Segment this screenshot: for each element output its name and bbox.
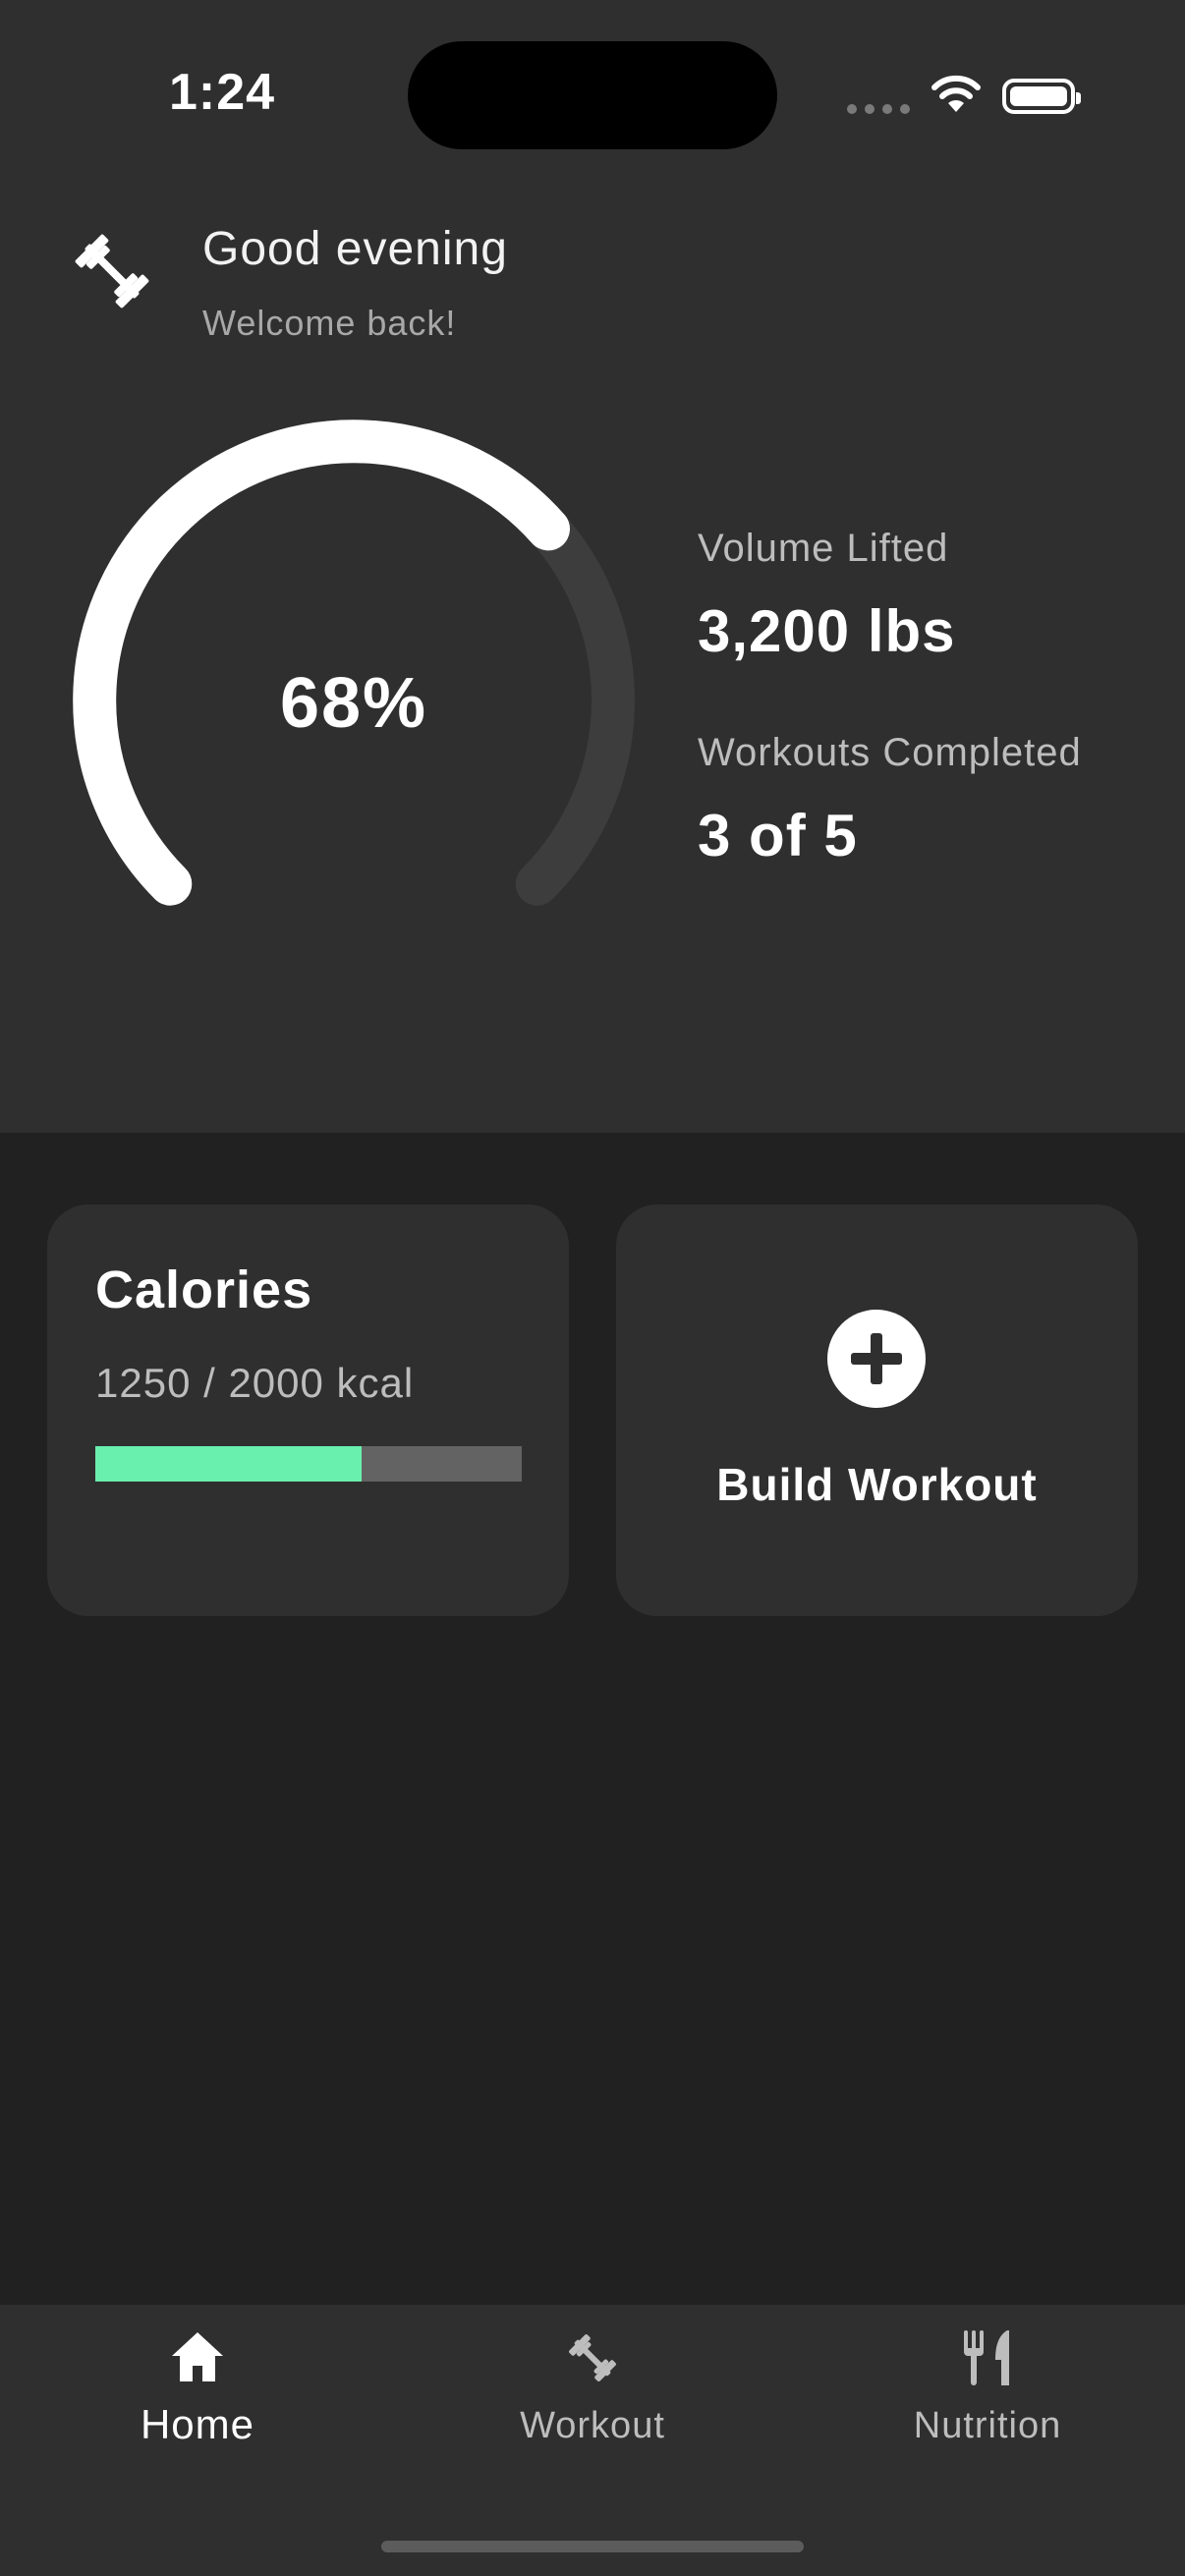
- nav-item-nutrition[interactable]: Nutrition: [790, 2328, 1185, 2466]
- bottom-nav: Home Workout Nutrition: [0, 2305, 1185, 2576]
- greeting-text: Good evening: [202, 223, 508, 275]
- weekly-progress-gauge: 68%: [59, 408, 649, 958]
- dynamic-island: [408, 41, 777, 149]
- fork-knife-icon: [964, 2330, 1009, 2385]
- welcome-subtitle: Welcome back!: [202, 303, 457, 343]
- volume-label: Volume Lifted: [698, 527, 949, 570]
- dumbbell-icon: [569, 2334, 616, 2381]
- calories-title: Calories: [95, 1260, 313, 1319]
- calories-progress-fill: [95, 1446, 363, 1482]
- cellular-signal-icon: [847, 104, 910, 114]
- nav-label-workout: Workout: [520, 2405, 665, 2446]
- build-workout-label: Build Workout: [716, 1459, 1038, 1510]
- home-icon: [172, 2332, 223, 2381]
- status-time: 1:24: [169, 64, 276, 121]
- calories-value: 1250 / 2000 kcal: [95, 1360, 415, 1406]
- nav-item-workout[interactable]: Workout: [395, 2328, 790, 2466]
- volume-value: 3,200 lbs: [698, 598, 956, 664]
- calories-card[interactable]: Calories 1250 / 2000 kcal: [47, 1204, 569, 1616]
- battery-icon: [1002, 79, 1081, 114]
- nav-item-home[interactable]: Home: [0, 2328, 395, 2466]
- status-icons: [847, 69, 1083, 128]
- plus-circle-icon: [827, 1310, 926, 1408]
- calories-progress-bar: [95, 1446, 522, 1482]
- nav-label-nutrition: Nutrition: [913, 2405, 1062, 2446]
- wifi-icon: [931, 75, 981, 112]
- home-indicator: [381, 2541, 804, 2552]
- progress-percent: 68%: [279, 664, 428, 743]
- workouts-value: 3 of 5: [698, 803, 858, 868]
- build-workout-button[interactable]: Build Workout: [616, 1204, 1138, 1616]
- workouts-label: Workouts Completed: [698, 731, 1082, 774]
- dumbbell-icon: [75, 234, 149, 308]
- nav-label-home: Home: [140, 2401, 255, 2447]
